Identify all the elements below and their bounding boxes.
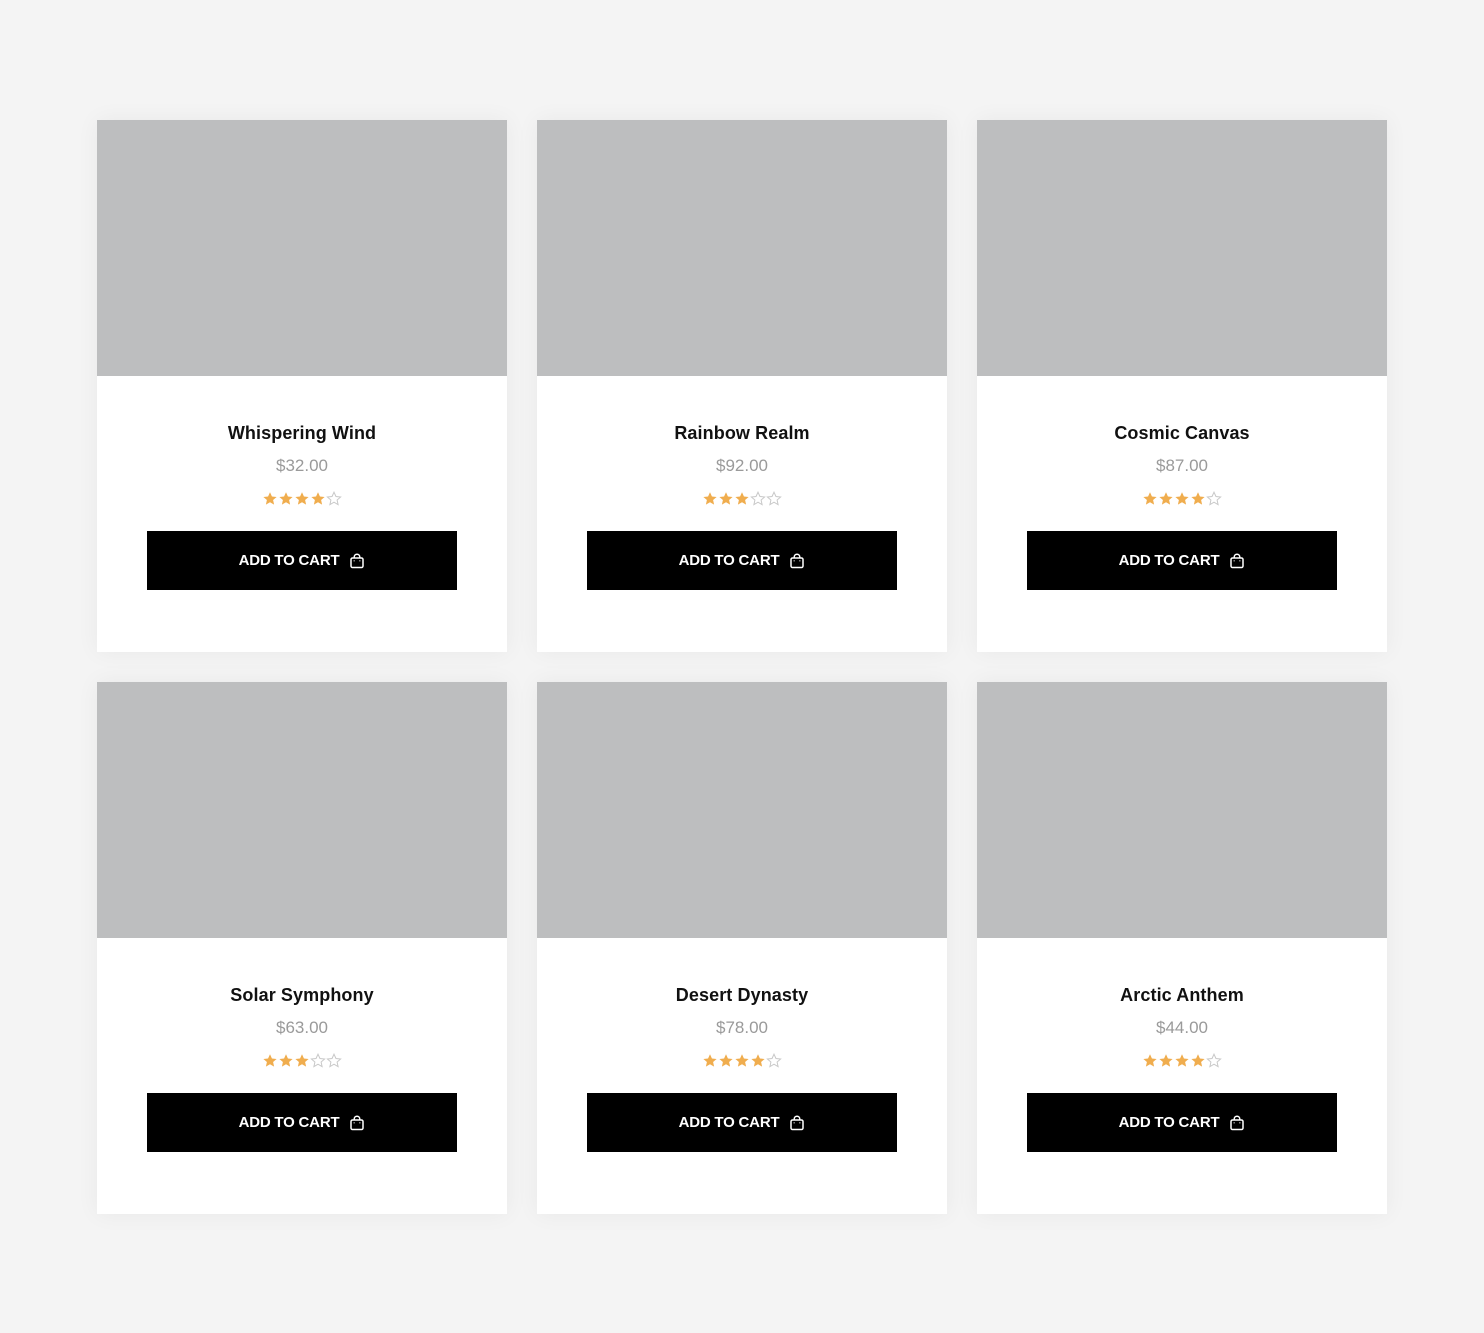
product-title[interactable]: Rainbow Realm <box>674 422 809 444</box>
star-empty-icon <box>766 1053 782 1069</box>
star-filled-icon <box>1142 491 1158 507</box>
add-to-cart-button[interactable]: ADD TO CART <box>1027 1093 1337 1152</box>
add-to-cart-label: ADD TO CART <box>238 552 340 569</box>
product-price: $32.00 <box>276 456 328 475</box>
star-filled-icon <box>262 491 278 507</box>
add-to-cart-button[interactable]: ADD TO CART <box>147 531 457 590</box>
product-title[interactable]: Arctic Anthem <box>1120 984 1244 1006</box>
product-image[interactable] <box>97 120 507 376</box>
product-rating <box>702 489 782 509</box>
star-filled-icon <box>1158 1053 1174 1069</box>
product-price: $92.00 <box>716 456 768 475</box>
add-to-cart-label: ADD TO CART <box>238 1114 340 1131</box>
star-filled-icon <box>278 1053 294 1069</box>
star-filled-icon <box>734 491 750 507</box>
star-filled-icon <box>262 1053 278 1069</box>
product-grid: Whispering Wind $32.00 ADD TO CART Rainb… <box>97 120 1387 1214</box>
star-filled-icon <box>1190 1053 1206 1069</box>
star-empty-icon <box>310 1053 326 1069</box>
add-to-cart-button[interactable]: ADD TO CART <box>1027 531 1337 590</box>
shopping-bag-icon <box>789 1115 805 1131</box>
product-card: Arctic Anthem $44.00 ADD TO CART <box>977 682 1387 1214</box>
product-price: $44.00 <box>1156 1018 1208 1037</box>
product-card: Cosmic Canvas $87.00 ADD TO CART <box>977 120 1387 652</box>
product-rating <box>1142 1051 1222 1071</box>
product-image[interactable] <box>537 120 947 376</box>
star-filled-icon <box>750 1053 766 1069</box>
product-image[interactable] <box>537 682 947 938</box>
add-to-cart-label: ADD TO CART <box>1118 552 1220 569</box>
product-card: Desert Dynasty $78.00 ADD TO CART <box>537 682 947 1214</box>
star-filled-icon <box>718 491 734 507</box>
star-empty-icon <box>750 491 766 507</box>
product-card: Rainbow Realm $92.00 ADD TO CART <box>537 120 947 652</box>
product-price: $87.00 <box>1156 456 1208 475</box>
star-filled-icon <box>702 1053 718 1069</box>
star-filled-icon <box>1158 491 1174 507</box>
product-image[interactable] <box>977 120 1387 376</box>
product-card: Solar Symphony $63.00 ADD TO CART <box>97 682 507 1214</box>
star-filled-icon <box>1174 491 1190 507</box>
product-image[interactable] <box>97 682 507 938</box>
star-filled-icon <box>734 1053 750 1069</box>
product-rating <box>702 1051 782 1071</box>
star-filled-icon <box>718 1053 734 1069</box>
star-filled-icon <box>1174 1053 1190 1069</box>
star-filled-icon <box>294 1053 310 1069</box>
star-empty-icon <box>1206 1053 1222 1069</box>
star-filled-icon <box>294 491 310 507</box>
shopping-bag-icon <box>349 1115 365 1131</box>
star-filled-icon <box>310 491 326 507</box>
add-to-cart-button[interactable]: ADD TO CART <box>587 1093 897 1152</box>
add-to-cart-label: ADD TO CART <box>1118 1114 1220 1131</box>
product-rating <box>262 489 342 509</box>
shopping-bag-icon <box>1229 553 1245 569</box>
star-filled-icon <box>702 491 718 507</box>
product-title[interactable]: Desert Dynasty <box>676 984 808 1006</box>
add-to-cart-button[interactable]: ADD TO CART <box>587 531 897 590</box>
star-filled-icon <box>1190 491 1206 507</box>
star-empty-icon <box>326 491 342 507</box>
add-to-cart-label: ADD TO CART <box>678 552 780 569</box>
star-filled-icon <box>1142 1053 1158 1069</box>
star-empty-icon <box>326 1053 342 1069</box>
add-to-cart-button[interactable]: ADD TO CART <box>147 1093 457 1152</box>
product-image[interactable] <box>977 682 1387 938</box>
product-rating <box>262 1051 342 1071</box>
product-rating <box>1142 489 1222 509</box>
star-empty-icon <box>766 491 782 507</box>
shopping-bag-icon <box>789 553 805 569</box>
star-empty-icon <box>1206 491 1222 507</box>
product-title[interactable]: Solar Symphony <box>230 984 373 1006</box>
product-title[interactable]: Cosmic Canvas <box>1114 422 1249 444</box>
add-to-cart-label: ADD TO CART <box>678 1114 780 1131</box>
product-price: $78.00 <box>716 1018 768 1037</box>
product-title[interactable]: Whispering Wind <box>228 422 376 444</box>
product-price: $63.00 <box>276 1018 328 1037</box>
star-filled-icon <box>278 491 294 507</box>
shopping-bag-icon <box>349 553 365 569</box>
shopping-bag-icon <box>1229 1115 1245 1131</box>
product-card: Whispering Wind $32.00 ADD TO CART <box>97 120 507 652</box>
